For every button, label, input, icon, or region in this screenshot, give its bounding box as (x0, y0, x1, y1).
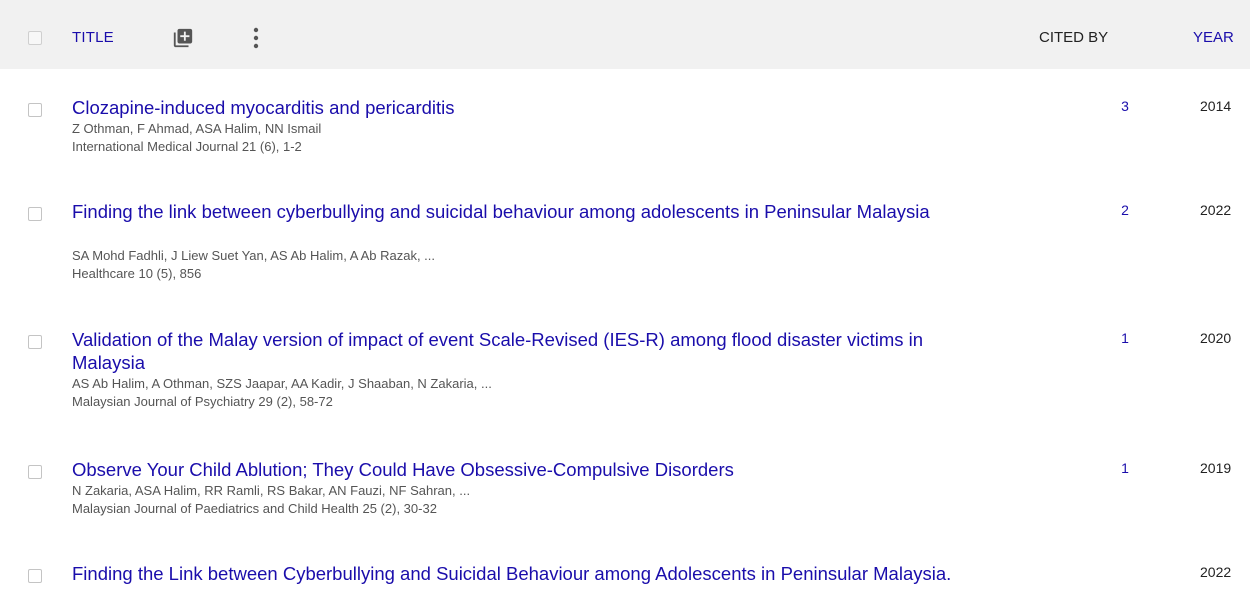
article-venue: International Medical Journal 21 (6), 1-… (72, 139, 302, 154)
article-venue: Malaysian Journal of Psychiatry 29 (2), … (72, 394, 333, 409)
row-checkbox[interactable] (28, 207, 42, 221)
sort-by-year-link[interactable]: YEAR (1193, 29, 1234, 46)
article-title-link[interactable]: Observe Your Child Ablution; They Could … (72, 458, 972, 481)
article-authors: Z Othman, F Ahmad, ASA Halim, NN Ismail (72, 121, 322, 136)
cited-by-count-link[interactable]: 3 (1115, 98, 1135, 114)
cited-by-count-link[interactable]: 2 (1115, 202, 1135, 218)
article-venue: Malaysian Journal of Paediatrics and Chi… (72, 501, 437, 516)
select-all-checkbox[interactable] (28, 31, 42, 45)
article-title-link[interactable]: Clozapine-induced myocarditis and perica… (72, 96, 972, 119)
article-year: 2022 (1200, 564, 1232, 580)
article-authors: AS Ab Halim, A Othman, SZS Jaapar, AA Ka… (72, 376, 492, 391)
row-checkbox[interactable] (28, 465, 42, 479)
article-venue: Healthcare 10 (5), 856 (72, 266, 202, 281)
add-box-icon[interactable] (172, 27, 194, 49)
row-checkbox[interactable] (28, 335, 42, 349)
row-checkbox[interactable] (28, 103, 42, 117)
article-title-link[interactable]: Validation of the Malay version of impac… (72, 328, 972, 374)
cited-by-count-link[interactable]: 1 (1115, 330, 1135, 346)
article-authors: SA Mohd Fadhli, J Liew Suet Yan, AS Ab H… (72, 248, 435, 263)
article-authors: N Zakaria, ASA Halim, RR Ramli, RS Bakar… (72, 483, 471, 498)
table-header: TITLE CITED BY YEAR (0, 0, 1250, 69)
cited-by-column-header: CITED BY (1039, 29, 1109, 46)
article-year: 2020 (1200, 330, 1232, 346)
article-title-link[interactable]: Finding the Link between Cyberbullying a… (72, 562, 972, 585)
row-checkbox[interactable] (28, 569, 42, 583)
article-year: 2014 (1200, 98, 1232, 114)
article-year: 2022 (1200, 202, 1232, 218)
sort-by-title-link[interactable]: TITLE (72, 29, 114, 46)
article-title-link[interactable]: Finding the link between cyberbullying a… (72, 200, 972, 223)
more-vert-icon[interactable] (249, 25, 263, 51)
cited-by-count-link[interactable]: 1 (1115, 460, 1135, 476)
article-year: 2019 (1200, 460, 1232, 476)
